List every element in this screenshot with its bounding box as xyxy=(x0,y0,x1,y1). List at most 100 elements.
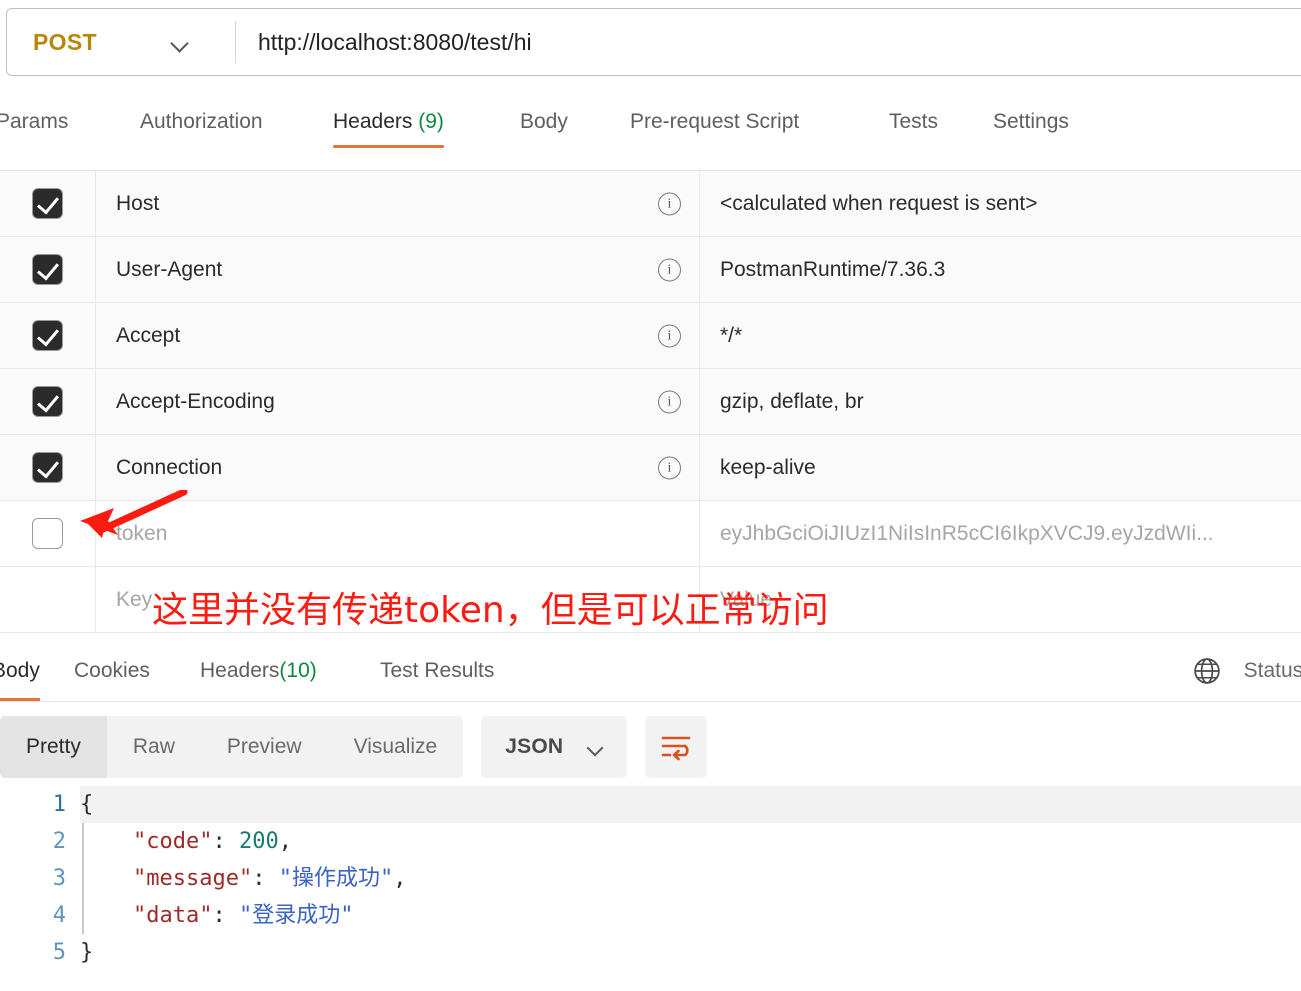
header-key-text: User-Agent xyxy=(116,257,223,281)
request-tab-body[interactable]: Body xyxy=(520,100,568,154)
info-circle-icon[interactable]: i xyxy=(658,192,681,215)
header-key-cell[interactable]: token xyxy=(96,501,700,566)
header-key-text: Host xyxy=(116,191,160,215)
header-enabled-checkbox[interactable] xyxy=(32,254,63,285)
request-tab-headers[interactable]: Headers (9) xyxy=(333,100,444,154)
view-mode-raw[interactable]: Raw xyxy=(107,716,201,778)
line-number: 5 xyxy=(52,940,66,965)
view-mode-segmented: Pretty Raw Preview Visualize xyxy=(0,716,464,778)
code-token: "code" xyxy=(132,829,213,854)
header-key-cell[interactable]: Host i xyxy=(96,171,700,236)
code-token: { xyxy=(80,792,94,817)
request-tab-tests[interactable]: Tests xyxy=(889,100,938,154)
table-row[interactable]: Accept i */* xyxy=(0,303,1301,369)
header-value-cell[interactable]: gzip, deflate, br xyxy=(700,369,1301,434)
table-row[interactable]: token eyJhbGciOiJIUzI1NiIsInR5cCI6IkpXVCJ… xyxy=(0,501,1301,567)
header-value-cell[interactable]: Value xyxy=(700,567,1301,632)
code-token: 200 xyxy=(238,829,279,854)
response-tab-cookies[interactable]: Cookies xyxy=(74,640,150,701)
table-row[interactable]: Connection i keep-alive xyxy=(0,435,1301,501)
table-row[interactable]: Key Value xyxy=(0,567,1301,633)
view-mode-visualize[interactable]: Visualize xyxy=(328,716,464,778)
format-selector[interactable]: JSON xyxy=(481,716,628,778)
code-line: "code": 200, xyxy=(80,823,1301,860)
header-key-cell[interactable]: Key xyxy=(96,567,700,632)
response-body-viewer[interactable]: 1 2 3 4 5 { "code": 200, "message": "操作成功", … xyxy=(0,786,1301,991)
header-enabled-checkbox[interactable] xyxy=(32,320,63,351)
header-value-cell[interactable]: keep-alive xyxy=(700,435,1301,500)
url-bar: POST xyxy=(6,8,1301,76)
request-tab-params[interactable]: Params xyxy=(0,100,68,154)
header-value-text: gzip, deflate, br xyxy=(720,389,864,413)
tab-label: Authorization xyxy=(140,110,263,133)
table-row[interactable]: Accept-Encoding i gzip, deflate, br xyxy=(0,369,1301,435)
request-tab-bar: Params Authorization Headers (9) Body Pre-re… xyxy=(0,100,1301,160)
code-token: "data" xyxy=(132,903,213,928)
response-tab-body[interactable]: Body xyxy=(0,640,40,701)
table-row[interactable]: User-Agent i PostmanRuntime/7.36.3 xyxy=(0,237,1301,303)
header-key-text: Accept-Encoding xyxy=(116,389,275,413)
header-value-cell[interactable]: */* xyxy=(700,303,1301,368)
format-label: JSON xyxy=(505,735,564,758)
header-enabled-checkbox[interactable] xyxy=(32,452,63,483)
header-key-text: Key xyxy=(116,587,153,611)
checkbox-cell xyxy=(0,369,96,434)
code-token: : xyxy=(252,866,279,891)
code-token: "操作成功" xyxy=(278,866,394,891)
response-body-code[interactable]: { "code": 200, "message": "操作成功", "data"… xyxy=(80,786,1301,991)
header-enabled-checkbox[interactable] xyxy=(32,518,63,549)
response-tab-bar: Body Cookies Headers (10) Test Results Stat… xyxy=(0,640,1301,702)
info-circle-icon[interactable]: i xyxy=(658,324,681,347)
tab-label: Body xyxy=(520,110,568,133)
header-key-cell[interactable]: Connection i xyxy=(96,435,700,500)
header-value-text: eyJhbGciOiJIUzI1NiIsInR5cCI6IkpXVCJ9.eyJ… xyxy=(720,521,1214,545)
view-mode-pretty[interactable]: Pretty xyxy=(0,716,107,778)
checkbox-cell xyxy=(0,303,96,368)
info-circle-icon[interactable]: i xyxy=(658,258,681,281)
code-token: } xyxy=(80,940,94,965)
view-mode-preview[interactable]: Preview xyxy=(201,716,328,778)
fold-guide xyxy=(82,823,84,934)
response-tab-headers[interactable]: Headers (10) xyxy=(200,640,317,701)
url-input[interactable] xyxy=(236,9,1301,75)
code-token: : xyxy=(212,829,239,854)
header-key-cell[interactable]: User-Agent i xyxy=(96,237,700,302)
code-line: { xyxy=(80,786,1301,823)
header-key-cell[interactable]: Accept-Encoding i xyxy=(96,369,700,434)
status-label: Status: xyxy=(1243,658,1301,682)
table-row[interactable]: Host i <calculated when request is sent> xyxy=(0,171,1301,237)
response-tab-test-results[interactable]: Test Results xyxy=(380,640,494,701)
header-enabled-checkbox[interactable] xyxy=(32,188,63,219)
wrap-lines-icon xyxy=(661,736,691,761)
checkbox-cell xyxy=(0,567,96,632)
info-circle-icon[interactable]: i xyxy=(658,456,681,479)
header-value-cell[interactable]: <calculated when request is sent> xyxy=(700,171,1301,236)
request-tab-pre-request-script[interactable]: Pre-request Script xyxy=(630,100,799,154)
line-number: 4 xyxy=(52,903,66,928)
header-value-text: keep-alive xyxy=(720,455,816,479)
tab-label: Test Results xyxy=(380,658,495,682)
tab-count: (9) xyxy=(412,110,444,133)
http-method-label: POST xyxy=(33,28,97,55)
header-key-cell[interactable]: Accept i xyxy=(96,303,700,368)
code-line: "data": "登录成功" xyxy=(80,897,1301,934)
info-circle-icon[interactable]: i xyxy=(658,390,681,413)
request-tab-settings[interactable]: Settings xyxy=(993,100,1069,154)
tab-count: (10) xyxy=(279,658,317,682)
header-value-text: */* xyxy=(720,323,743,347)
code-line: } xyxy=(80,934,1301,971)
header-value-cell[interactable]: PostmanRuntime/7.36.3 xyxy=(700,237,1301,302)
http-method-selector[interactable]: POST xyxy=(7,9,235,75)
code-token: "登录成功" xyxy=(238,903,354,928)
request-tab-authorization[interactable]: Authorization xyxy=(140,100,263,154)
header-enabled-checkbox[interactable] xyxy=(32,386,63,417)
chevron-down-icon xyxy=(587,742,603,752)
globe-icon[interactable] xyxy=(1192,656,1222,686)
tab-label: Settings xyxy=(993,110,1069,133)
header-value-cell[interactable]: eyJhbGciOiJIUzI1NiIsInR5cCI6IkpXVCJ9.eyJ… xyxy=(700,501,1301,566)
line-number: 2 xyxy=(52,829,66,854)
line-number-gutter: 1 2 3 4 5 xyxy=(0,786,80,991)
wrap-lines-button[interactable] xyxy=(645,716,708,778)
tab-label: Params xyxy=(0,110,69,133)
header-key-text: Accept xyxy=(116,323,181,347)
